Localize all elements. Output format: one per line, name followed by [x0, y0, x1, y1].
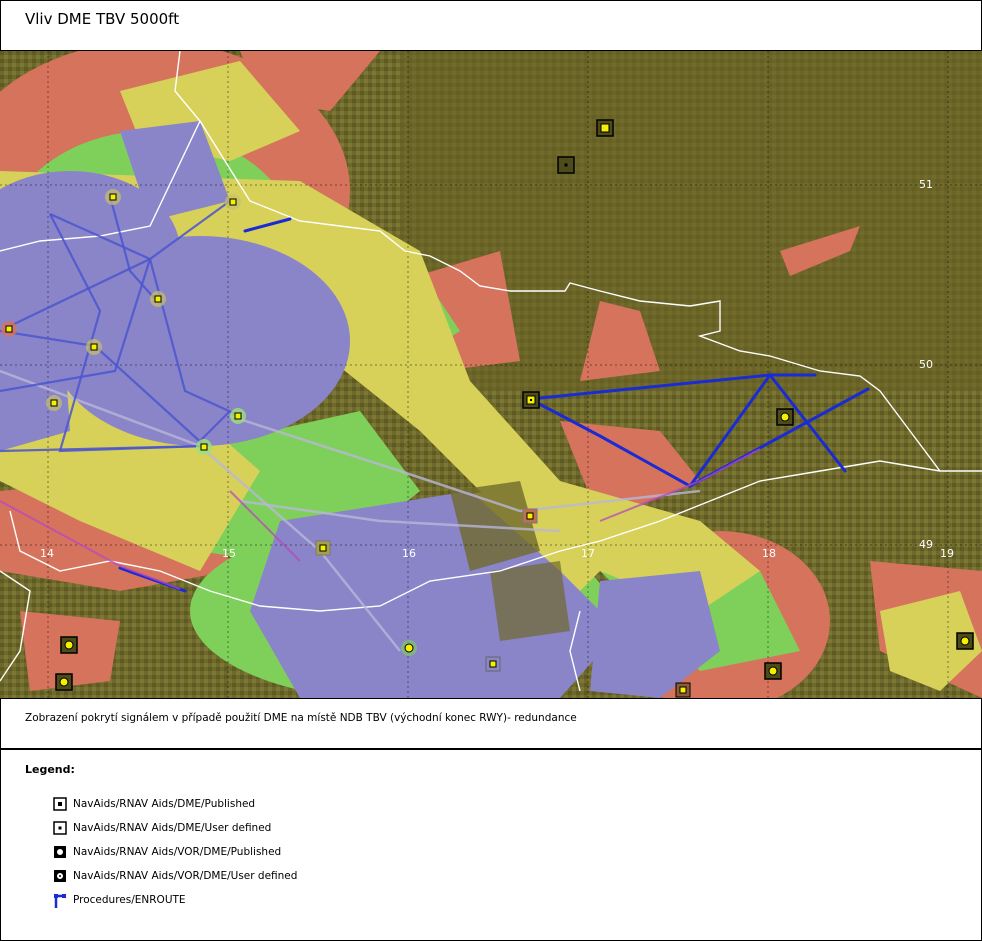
longitude-label: 17: [581, 547, 595, 560]
legend-panel: Legend: NavAids/RNAV Aids/DME/Published …: [0, 749, 982, 941]
legend-item-vor-dme-user-defined: NavAids/RNAV Aids/VOR/DME/User defined: [53, 869, 297, 885]
legend-item-label: NavAids/RNAV Aids/VOR/DME/Published: [73, 846, 282, 858]
dme-user-defined-icon: [53, 821, 67, 835]
navaid-dme: [315, 540, 331, 556]
vor-dme-published-icon: [53, 845, 67, 859]
legend-item-label: NavAids/RNAV Aids/DME/User defined: [73, 822, 272, 834]
legend-item-dme-user-defined: NavAids/RNAV Aids/DME/User defined: [53, 821, 271, 837]
navaid-dme: [675, 682, 691, 698]
navaid-vor-dme: [401, 640, 417, 656]
longitude-label: 19: [940, 547, 954, 560]
navaid-dme: [46, 395, 62, 411]
longitude-label: 16: [402, 547, 416, 560]
navaid-dme: [596, 119, 614, 137]
title-panel: Vliv DME TBV 5000ft: [0, 0, 982, 51]
navaid-dme: [86, 339, 102, 355]
latitude-label: 49: [919, 538, 933, 551]
navaid-dme: [1, 321, 17, 337]
navaid-tbv-dme: [522, 391, 540, 409]
legend-title: Legend:: [25, 763, 75, 776]
latitude-label: 51: [919, 178, 933, 191]
navaid-vor-dme: [956, 632, 974, 650]
page-title: Vliv DME TBV 5000ft: [25, 10, 180, 28]
caption-panel: Zobrazení pokrytí signálem v případě pou…: [0, 699, 982, 749]
navaid-vor-dme: [60, 636, 78, 654]
legend-item-enroute: Procedures/ENROUTE: [53, 893, 186, 909]
legend-item-label: NavAids/RNAV Aids/VOR/DME/User defined: [73, 870, 298, 882]
navaid-vor-dme: [776, 408, 794, 426]
navaid-dme: [150, 291, 166, 307]
vor-dme-user-defined-icon: [53, 869, 67, 883]
navaid-vor-dme: [764, 662, 782, 680]
legend-item-label: NavAids/RNAV Aids/DME/Published: [73, 798, 256, 810]
legend-item-label: Procedures/ENROUTE: [73, 894, 186, 906]
coverage-map[interactable]: 14 15 16 17 18 19 51 50 49: [0, 51, 982, 699]
navaid-dme: [196, 439, 212, 455]
map-caption: Zobrazení pokrytí signálem v případě pou…: [25, 712, 577, 724]
longitude-label: 18: [762, 547, 776, 560]
navaid-vor-dme: [55, 673, 73, 691]
navaid-dme: [105, 189, 121, 205]
enroute-procedure-icon: [53, 893, 67, 908]
navaid-dme: [557, 156, 575, 174]
dme-published-icon: [53, 797, 67, 811]
longitude-label: 14: [40, 547, 54, 560]
longitude-label: 15: [222, 547, 236, 560]
navaid-dme: [485, 656, 501, 672]
legend-item-vor-dme-published: NavAids/RNAV Aids/VOR/DME/Published: [53, 845, 281, 861]
latitude-label: 50: [919, 358, 933, 371]
navaid-dme: [230, 408, 246, 424]
legend-item-dme-published: NavAids/RNAV Aids/DME/Published: [53, 797, 255, 813]
navaid-dme: [522, 508, 538, 524]
navaid-dme: [225, 194, 241, 210]
